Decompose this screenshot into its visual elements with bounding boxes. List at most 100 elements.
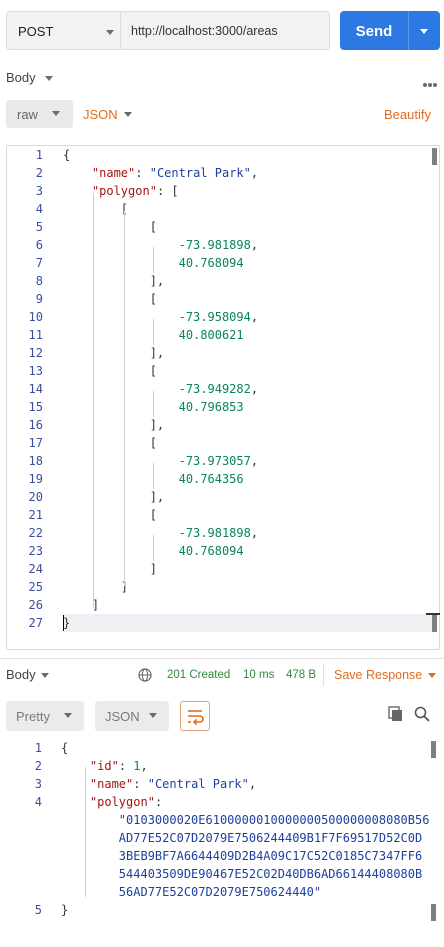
- search-icon[interactable]: [414, 706, 430, 722]
- line-number: 8: [35, 274, 43, 288]
- line-number: 3: [35, 184, 43, 198]
- line-number: 4: [34, 795, 42, 809]
- indent-guide: [93, 193, 94, 608]
- code-line: 56AD77E52C07D2079E750624440": [118, 885, 322, 899]
- chevron-down-icon: [428, 673, 436, 678]
- response-language-select[interactable]: JSON: [95, 701, 169, 731]
- send-button[interactable]: Send: [340, 11, 440, 50]
- line-number: 5: [34, 903, 42, 917]
- send-label: Send: [355, 23, 393, 40]
- line-number: 16: [28, 418, 43, 432]
- vertical-scrollbar[interactable]: [432, 148, 437, 165]
- code-line: [: [63, 364, 157, 378]
- line-number: 21: [28, 508, 43, 522]
- indent-guide: [153, 391, 154, 417]
- wrap-lines-icon: [188, 710, 204, 726]
- more-options-icon[interactable]: [423, 75, 438, 90]
- chevron-down-icon: [64, 713, 72, 718]
- url-input[interactable]: http://localhost:3000/areas: [121, 11, 330, 50]
- chevron-down-icon: [52, 111, 60, 116]
- save-response-label: Save Response: [334, 668, 423, 682]
- line-number: 6: [35, 238, 43, 252]
- response-body-tab[interactable]: Body: [6, 667, 49, 682]
- toolbar-divider: [323, 664, 324, 686]
- line-number: 13: [28, 364, 43, 378]
- line-number: 5: [35, 220, 43, 234]
- body-mode-label: raw: [17, 107, 38, 122]
- line-number: 1: [34, 741, 42, 755]
- indent-guide: [124, 211, 125, 586]
- wrap-lines-button[interactable]: [180, 701, 210, 731]
- indent-guide: [153, 535, 154, 561]
- code-line: }: [63, 616, 71, 630]
- response-language-label: JSON: [105, 709, 140, 724]
- section-divider: [0, 658, 444, 659]
- line-number: 4: [35, 202, 43, 216]
- chevron-down-icon: [149, 713, 157, 718]
- code-line: 3BEB9BF7A6644409D2B4A09C17C52C0185C7347F…: [118, 849, 423, 863]
- indent-guide: [153, 247, 154, 273]
- code-line: {: [63, 148, 71, 162]
- code-line: [: [63, 292, 157, 306]
- request-body-editor[interactable]: 1 2 3 4 5 6 7 8 9 10 11 12 13 14 15 16 17 18 19 20 21 22 23 24 2…: [6, 145, 440, 650]
- line-number: 22: [28, 526, 43, 540]
- line-number: 24: [28, 562, 43, 576]
- scroll-thumb[interactable]: [431, 904, 436, 921]
- globe-icon[interactable]: [138, 668, 152, 682]
- scroll-thumb[interactable]: [432, 615, 437, 632]
- code-line: "name": "Central Park",: [89, 777, 257, 791]
- vertical-scrollbar[interactable]: [431, 741, 436, 758]
- line-number: 26: [28, 598, 43, 612]
- line-number: 12: [28, 346, 43, 360]
- response-body-viewer[interactable]: 1 2 3 4 5 { "id": 1, "name": "Central Park",…: [0, 735, 444, 935]
- code-line: "id": 1,: [89, 759, 148, 773]
- line-number: 2: [34, 759, 42, 773]
- indent-guide: [85, 767, 86, 897]
- chevron-down-icon: [45, 76, 53, 81]
- chevron-down-icon: [41, 673, 49, 678]
- chevron-down-icon: [124, 112, 132, 117]
- line-number: 25: [28, 580, 43, 594]
- response-format-select[interactable]: Pretty: [6, 701, 84, 731]
- request-body-tab[interactable]: Body: [6, 70, 53, 85]
- body-mode-select[interactable]: raw: [6, 100, 73, 128]
- copy-icon[interactable]: [388, 706, 404, 722]
- line-number: 18: [28, 454, 43, 468]
- line-number: 20: [28, 490, 43, 504]
- code-line: {: [61, 741, 69, 755]
- line-number: 1: [35, 148, 43, 162]
- save-response-button[interactable]: Save Response: [334, 668, 436, 682]
- send-options-chevron-icon[interactable]: [420, 29, 428, 34]
- code-line: "name": "Central Park",: [91, 166, 259, 180]
- code-line: }: [61, 903, 69, 917]
- line-number: 15: [28, 400, 43, 414]
- url-value: http://localhost:3000/areas: [131, 24, 278, 38]
- method-select[interactable]: POST: [6, 11, 121, 50]
- line-number: 14: [28, 382, 43, 396]
- response-time[interactable]: 10 ms: [243, 669, 274, 681]
- code-line: ],: [63, 346, 165, 360]
- code-line: [: [63, 202, 129, 216]
- line-number: 23: [28, 544, 43, 558]
- code-line: AD77E52C07D2079E7506244409B1F7F69517D52C…: [118, 831, 423, 845]
- code-line: "polygon": [: [91, 184, 179, 198]
- indent-guide: [153, 463, 154, 489]
- status-badge[interactable]: 201 Created: [167, 669, 230, 681]
- body-language-select[interactable]: JSON: [83, 107, 132, 122]
- beautify-button[interactable]: Beautify: [384, 107, 431, 122]
- line-number: 3: [34, 777, 42, 791]
- code-line: "polygon":: [89, 795, 163, 809]
- active-line-highlight: [64, 614, 432, 632]
- code-line: [: [63, 220, 157, 234]
- line-number: 10: [28, 310, 43, 324]
- request-body-label: Body: [6, 70, 36, 85]
- response-size[interactable]: 478 B: [286, 669, 316, 681]
- send-divider: [408, 11, 409, 50]
- code-line: 544403509DE90467E52C02D40DB6AD6614440808…: [118, 867, 423, 881]
- line-number: 11: [28, 328, 43, 342]
- code-line: ],: [63, 490, 165, 504]
- code-line: [: [63, 436, 157, 450]
- line-number: 19: [28, 472, 43, 486]
- line-number: 2: [35, 166, 43, 180]
- response-format-label: Pretty: [16, 709, 50, 724]
